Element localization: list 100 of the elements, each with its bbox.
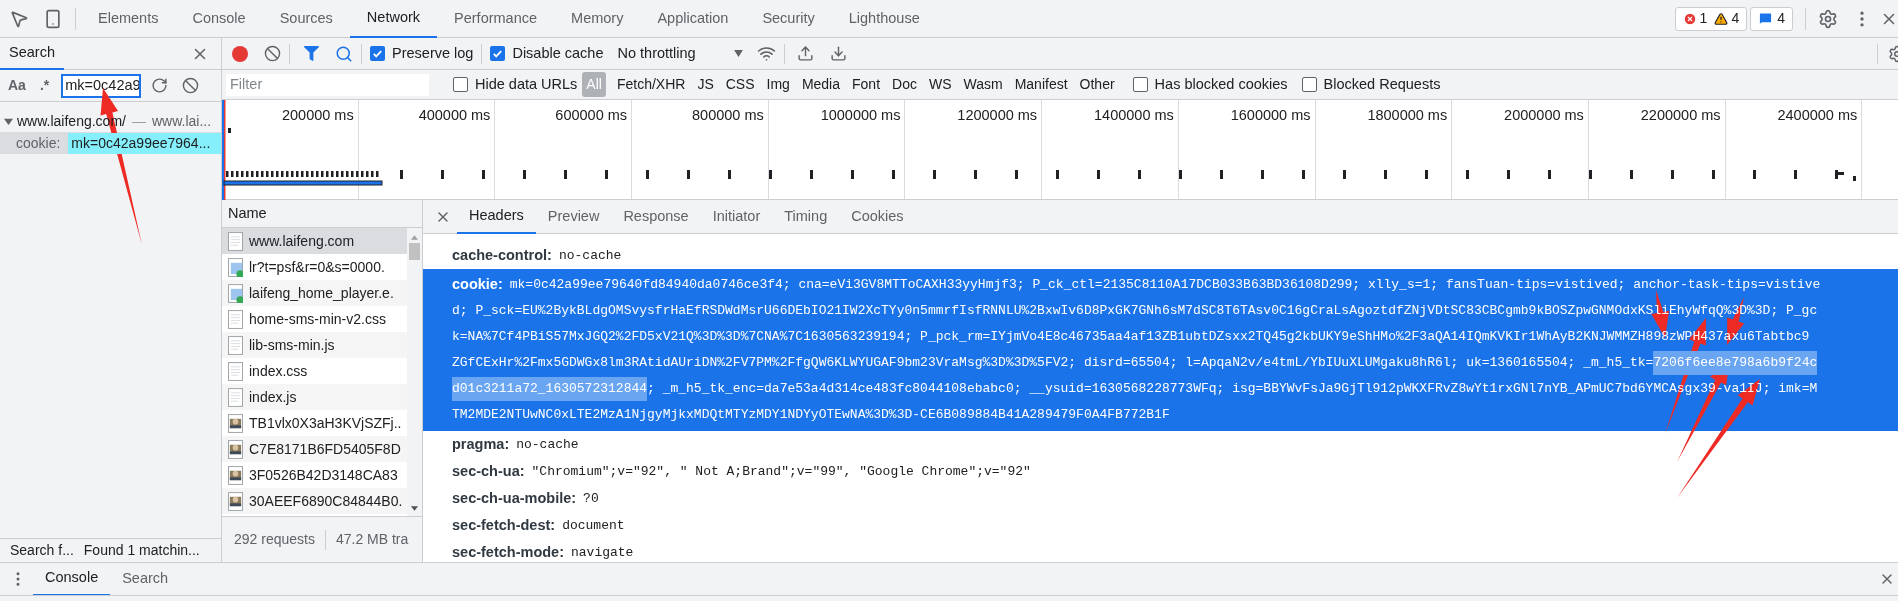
header-row[interactable]: pragma: no-cache — [423, 431, 1898, 458]
request-name: C7E8171B6FD5405F8D — [249, 439, 401, 459]
panel-tab[interactable]: Performance — [437, 0, 555, 38]
header-value: no-cache — [516, 435, 579, 454]
search-tab[interactable]: Search — [0, 37, 64, 70]
dropdown-arrow-icon — [733, 50, 743, 57]
header-name: cache-control: — [452, 245, 552, 265]
request-row[interactable]: lib-sms-min.js — [222, 332, 407, 358]
panel-tab[interactable]: Elements — [81, 0, 176, 38]
checkbox-label: Blocked Requests — [1323, 74, 1441, 94]
clear-icon[interactable] — [182, 77, 200, 94]
type-filter[interactable]: Fetch/XHR — [612, 72, 690, 97]
header-value: navigate — [571, 543, 634, 562]
header-row[interactable] — [423, 269, 1898, 431]
checkbox-label: Disable cache — [512, 43, 604, 63]
details-tab[interactable]: Cookies — [839, 199, 916, 234]
scrollbar[interactable] — [407, 228, 422, 516]
error-count: 1 — [1699, 9, 1708, 28]
checkbox[interactable] — [370, 46, 385, 61]
header-row[interactable]: sec-ch-ua: "Chromium";v="92", " Not A;Brand";v="99", "Google Chrome";v="92" — [423, 458, 1898, 485]
details-tab[interactable]: Initiator — [700, 199, 773, 234]
request-row[interactable]: www.laifeng.com — [222, 228, 407, 254]
panel-tab[interactable]: Console — [175, 0, 263, 38]
search-result-row[interactable]: cookie: mk=0c42a99ee7964... — [0, 132, 221, 154]
panel-tab[interactable]: Memory — [554, 0, 641, 38]
check-icon — [372, 48, 383, 59]
time-tick: 600000 ms — [555, 106, 628, 125]
match-case-button[interactable]: Aa — [8, 75, 26, 96]
time-tick: 1800000 ms — [1367, 106, 1448, 125]
type-filter[interactable]: CSS — [721, 72, 759, 97]
time-tick: 2400000 ms — [1777, 106, 1858, 125]
details-tab[interactable]: Response — [611, 199, 701, 234]
drawer-tab[interactable]: Search — [110, 562, 181, 596]
warning-icon — [1714, 11, 1729, 26]
record-button[interactable] — [232, 45, 248, 62]
type-filter[interactable]: Manifest — [1010, 72, 1072, 97]
panel-tab[interactable]: Security — [745, 0, 832, 38]
messages-counter[interactable]: 4 — [1750, 6, 1793, 31]
settings-icon[interactable] — [1818, 8, 1838, 29]
filter-icon[interactable] — [304, 46, 319, 61]
header-value: mk=0c42a99ee79640fd84940da0746ce3f4; cna=eVi3GV8MTToCAXH33yyHmjf3; P_ck_ctl=2135C8110A17DCB033B63BD36108D299; xlly_s=1; fansTuan-tips=vistived; anchor-task-tips=vistive — [509, 276, 1821, 294]
request-row[interactable]: 30AEEF6890C84844B0. — [222, 488, 407, 514]
type-filter[interactable]: Doc — [888, 72, 921, 97]
header-name: sec-ch-ua-mobile: — [452, 488, 577, 508]
warning-count: 4 — [1731, 9, 1740, 28]
regex-button[interactable]: .* — [39, 75, 50, 96]
checkbox[interactable] — [453, 77, 468, 92]
header-row[interactable]: sec-fetch-dest: document — [423, 512, 1898, 539]
details-tab[interactable]: Preview — [535, 199, 612, 234]
panel-tab[interactable]: Lighthouse — [831, 0, 937, 38]
expand-arrow-icon[interactable] — [4, 116, 13, 126]
checkbox[interactable] — [490, 46, 506, 61]
filter-field[interactable]: Filter — [226, 73, 429, 96]
checkbox[interactable] — [1132, 77, 1148, 92]
header-row[interactable]: sec-fetch-mode: navigate — [423, 539, 1898, 566]
device-icon[interactable] — [43, 8, 63, 29]
request-name: home-sms-min-v2.css — [249, 309, 386, 329]
request-row[interactable]: index.js — [222, 384, 407, 410]
type-filter[interactable]: Wasm — [959, 72, 1007, 97]
throttling-dropdown[interactable]: No throttling — [617, 42, 743, 65]
message-icon — [1758, 11, 1774, 26]
header-name: sec-fetch-dest: — [452, 515, 556, 535]
column-header[interactable]: Name — [228, 202, 267, 225]
request-row[interactable]: C7E8171B6FD5405F8D — [222, 436, 407, 462]
issues-counter[interactable]: 1 4 — [1674, 6, 1748, 31]
type-filter[interactable]: Font — [848, 72, 885, 97]
search-match: d01c3211a72_1630572312844 — [452, 377, 648, 401]
clear-icon[interactable] — [264, 45, 281, 62]
search-status: Found 1 matchin... — [83, 541, 200, 560]
separator-text: — — [131, 111, 146, 131]
document-icon — [228, 335, 243, 355]
details-tab[interactable]: Timing — [772, 199, 840, 234]
header-row[interactable]: cache-control: no-cache — [423, 242, 1898, 269]
details-tab[interactable]: Headers — [457, 199, 536, 234]
header-name: sec-ch-ua: — [452, 461, 525, 481]
request-row[interactable]: laifeng_home_player.e. — [222, 280, 407, 306]
type-filter[interactable]: WS — [924, 72, 956, 97]
type-filter[interactable]: Media — [797, 72, 844, 97]
request-name: index.js — [249, 387, 297, 407]
import-icon[interactable] — [796, 45, 814, 62]
search-icon[interactable] — [335, 44, 353, 63]
type-filter[interactable]: Img — [762, 72, 794, 97]
request-name: 3F0526B42D3148CA83 — [249, 465, 398, 485]
type-filter[interactable]: JS — [693, 72, 718, 97]
panel-tab[interactable]: Application — [640, 0, 746, 38]
document-icon — [228, 231, 243, 251]
scroll-down-icon[interactable] — [411, 506, 418, 511]
scroll-thumb[interactable] — [409, 243, 420, 260]
refresh-icon[interactable] — [151, 77, 169, 94]
search-field[interactable]: mk=0c42a9 — [61, 73, 142, 98]
network-conditions-icon[interactable] — [756, 44, 776, 63]
checkbox-label: Has blocked cookies — [1154, 74, 1288, 94]
export-icon[interactable] — [829, 45, 847, 62]
check-icon — [492, 48, 504, 59]
header-row[interactable]: sec-ch-ua-mobile: ?0 — [423, 485, 1898, 512]
type-filter[interactable]: Other — [1075, 72, 1119, 97]
time-tick: 1600000 ms — [1230, 106, 1311, 125]
header-value: TM2MDE2NTUwNC0xLTE2MzA1NjgyMjkxMDQtMTYzMDY1NDYyOTEwNA%3D%3D-CE6B089884B41A289479F0A4FB772B1F — [452, 406, 1170, 424]
panel-tab[interactable]: Sources — [262, 0, 350, 38]
checkbox[interactable] — [1301, 77, 1317, 92]
